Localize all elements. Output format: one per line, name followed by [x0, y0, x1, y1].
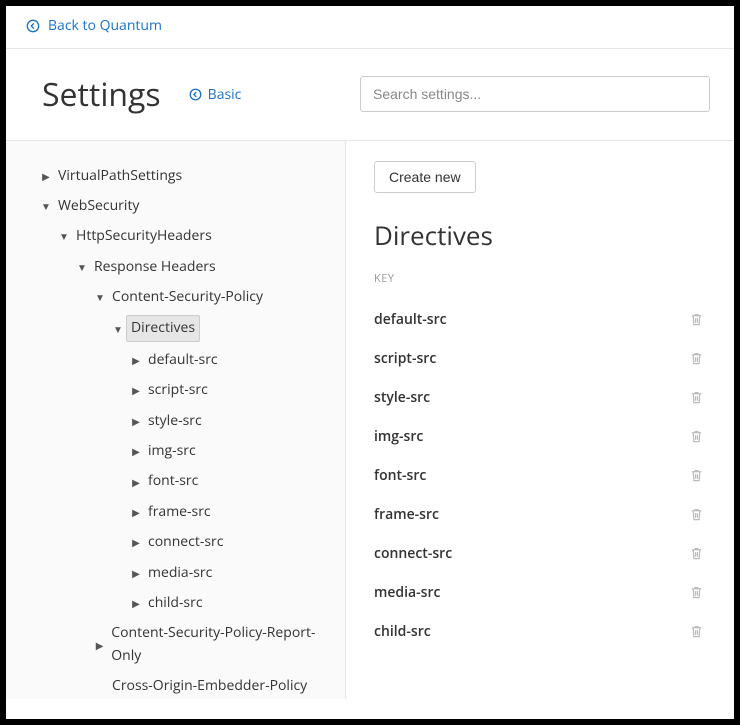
body: ▶VirtualPathSettings▼WebSecurity▼HttpSec…: [6, 141, 734, 699]
tree-item-label: media-src: [144, 561, 216, 585]
tree-item[interactable]: ▶script-src: [22, 375, 339, 405]
tree-item-label: style-src: [144, 409, 206, 433]
chevron-right-icon: ▶: [128, 504, 144, 520]
tree-item[interactable]: ▼Directives: [22, 312, 339, 344]
basic-mode-link[interactable]: Basic: [189, 85, 242, 104]
tree-item-label: default-src: [144, 348, 222, 372]
trash-icon[interactable]: [689, 312, 704, 327]
tree-item[interactable]: ▼HttpSecurityHeaders: [22, 221, 339, 251]
back-to-quantum-link[interactable]: Back to Quantum: [26, 16, 162, 35]
tree-item-label: Content-Security-Policy-Report-Only: [107, 621, 339, 668]
directive-row: default-src: [374, 300, 704, 339]
chevron-right-icon: ▶: [128, 474, 144, 490]
tree-item[interactable]: ▶Content-Security-Policy-Report-Only: [22, 618, 339, 671]
trash-icon[interactable]: [689, 429, 704, 444]
directive-row: style-src: [374, 378, 704, 417]
trash-icon[interactable]: [689, 585, 704, 600]
chevron-down-icon: ▼: [110, 321, 126, 337]
tree-item[interactable]: ▶frame-src: [22, 497, 339, 527]
directive-name[interactable]: child-src: [374, 622, 431, 641]
tree-item[interactable]: ▶Cross-Origin-Embedder-Policy: [22, 671, 339, 698]
header: Settings Basic: [6, 49, 734, 141]
directives-list: default-src script-src style-src img-src fon…: [374, 300, 704, 651]
trash-icon[interactable]: [689, 468, 704, 483]
directive-row: connect-src: [374, 534, 704, 573]
directive-name[interactable]: media-src: [374, 583, 440, 602]
trash-icon[interactable]: [689, 390, 704, 405]
trash-icon[interactable]: [689, 624, 704, 639]
directive-row: font-src: [374, 456, 704, 495]
tree-item-label: Content-Security-Policy: [108, 285, 267, 309]
tree-item[interactable]: ▶img-src: [22, 436, 339, 466]
back-label: Back to Quantum: [48, 16, 162, 35]
directive-row: frame-src: [374, 495, 704, 534]
tree-item-label: font-src: [144, 469, 202, 493]
directive-row: script-src: [374, 339, 704, 378]
chevron-right-icon: ▶: [128, 595, 144, 611]
chevron-right-icon: ▶: [128, 565, 144, 581]
chevron-right-icon: ▶: [128, 413, 144, 429]
settings-tree: ▶VirtualPathSettings▼WebSecurity▼HttpSec…: [6, 141, 346, 699]
tree-item-label: Cross-Origin-Embedder-Policy: [108, 674, 311, 698]
directive-name[interactable]: frame-src: [374, 505, 439, 524]
tree-item-label: VirtualPathSettings: [54, 164, 186, 188]
arrow-left-circle-icon: [26, 19, 40, 33]
tree-item-label: Response Headers: [90, 255, 220, 279]
directive-row: media-src: [374, 573, 704, 612]
trash-icon[interactable]: [689, 546, 704, 561]
directive-name[interactable]: font-src: [374, 466, 426, 485]
arrow-left-circle-icon: [189, 88, 202, 101]
tree-item-label: HttpSecurityHeaders: [72, 224, 216, 248]
main-panel: Create new Directives KEY default-src scr…: [346, 141, 734, 699]
tree-item[interactable]: ▶connect-src: [22, 527, 339, 557]
tree-item-label: frame-src: [144, 500, 215, 524]
chevron-down-icon: ▼: [38, 198, 54, 214]
tree-item-label: img-src: [144, 439, 200, 463]
tree-item[interactable]: ▶font-src: [22, 466, 339, 496]
chevron-right-icon: ▶: [128, 352, 144, 368]
chevron-right-icon: ▶: [128, 443, 144, 459]
chevron-down-icon: ▼: [74, 259, 90, 275]
tree-item-label: WebSecurity: [54, 194, 143, 218]
trash-icon[interactable]: [689, 507, 704, 522]
tree-item[interactable]: ▶default-src: [22, 345, 339, 375]
tree-item-label: script-src: [144, 378, 212, 402]
tree-item[interactable]: ▶media-src: [22, 558, 339, 588]
directive-name[interactable]: default-src: [374, 310, 447, 329]
tree-item[interactable]: ▶style-src: [22, 406, 339, 436]
tree-item[interactable]: ▼WebSecurity: [22, 191, 339, 221]
topbar: Back to Quantum: [6, 6, 734, 49]
directive-row: img-src: [374, 417, 704, 456]
create-new-button[interactable]: Create new: [374, 161, 476, 193]
directive-name[interactable]: img-src: [374, 427, 423, 446]
search-input[interactable]: [360, 76, 710, 112]
chevron-down-icon: ▼: [92, 289, 108, 305]
directive-name[interactable]: script-src: [374, 349, 436, 368]
chevron-right-icon: ▶: [38, 168, 54, 184]
tree-item-label: connect-src: [144, 530, 227, 554]
chevron-right-icon: ▶: [128, 534, 144, 550]
tree-item[interactable]: ▼Content-Security-Policy: [22, 282, 339, 312]
tree-item[interactable]: ▶child-src: [22, 588, 339, 618]
page-title: Settings: [42, 73, 161, 116]
tree-item-label: Directives: [126, 315, 200, 341]
main-heading: Directives: [374, 217, 704, 253]
directive-name[interactable]: style-src: [374, 388, 430, 407]
trash-icon[interactable]: [689, 351, 704, 366]
directive-name[interactable]: connect-src: [374, 544, 452, 563]
chevron-right-icon: ▶: [92, 637, 107, 653]
tree-item[interactable]: ▶VirtualPathSettings: [22, 161, 339, 191]
tree-item[interactable]: ▼Response Headers: [22, 252, 339, 282]
chevron-right-icon: ▶: [128, 382, 144, 398]
tree-item-label: child-src: [144, 591, 207, 615]
chevron-down-icon: ▼: [56, 228, 72, 244]
key-column-header: KEY: [374, 271, 704, 286]
directive-row: child-src: [374, 612, 704, 651]
basic-label: Basic: [208, 85, 242, 104]
